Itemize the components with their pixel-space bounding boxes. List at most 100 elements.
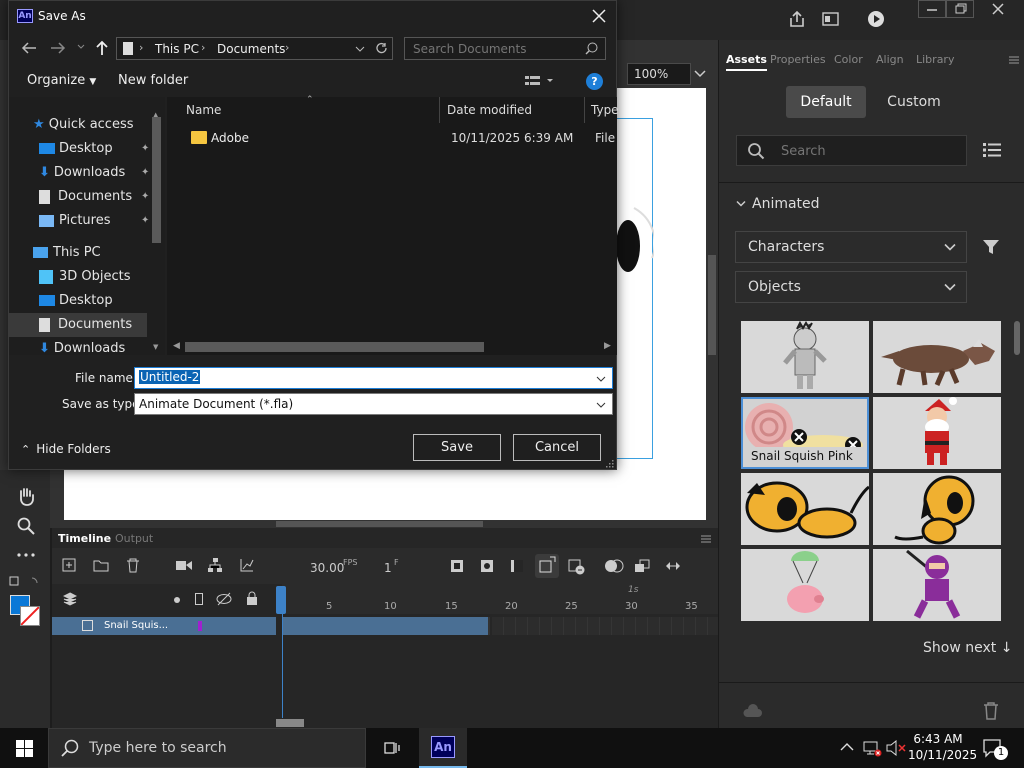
scroll-down-icon[interactable]: ▼ bbox=[153, 343, 158, 351]
scroll-right-icon[interactable]: ▶ bbox=[604, 341, 611, 351]
sidebar-item-quick-access[interactable]: ★ Quick access bbox=[33, 113, 134, 137]
characters-dropdown[interactable]: Characters bbox=[735, 231, 967, 263]
outline-icon[interactable] bbox=[195, 593, 203, 605]
frame-ruler[interactable]: 1s 5 10 15 20 25 30 35 bbox=[276, 584, 718, 614]
column-type[interactable]: Type bbox=[591, 103, 619, 117]
file-list-hscroll[interactable]: ◀ ▶ bbox=[167, 339, 617, 355]
fps-value[interactable]: 30.00 bbox=[310, 561, 344, 575]
organize-menu[interactable]: Organize ▼ bbox=[27, 73, 96, 88]
hide-folders-toggle[interactable]: ⌃ Hide Folders bbox=[21, 442, 111, 456]
fill-color-swatch[interactable] bbox=[20, 606, 40, 626]
asset-tile-mummy[interactable] bbox=[741, 321, 869, 393]
asset-tile-pig-parachute[interactable] bbox=[741, 549, 869, 621]
share-icon[interactable] bbox=[788, 10, 806, 28]
save-as-type-select[interactable]: Animate Document (*.fla) bbox=[134, 393, 613, 415]
resize-grip-icon[interactable] bbox=[606, 460, 614, 468]
frame-icon[interactable] bbox=[511, 560, 523, 572]
play-icon[interactable] bbox=[866, 9, 886, 29]
layer-row[interactable]: Snail Squis... bbox=[52, 617, 276, 635]
insert-frame-icon[interactable] bbox=[568, 559, 586, 575]
recent-dropdown-icon[interactable] bbox=[77, 44, 85, 50]
list-view-icon[interactable] bbox=[982, 141, 1002, 159]
loop-icon[interactable] bbox=[665, 560, 681, 572]
sidebar-item-3d-objects[interactable]: 3D Objects bbox=[39, 265, 131, 289]
new-layer-icon[interactable] bbox=[62, 558, 76, 572]
chevron-down-icon[interactable] bbox=[596, 376, 606, 382]
nav-scrollbar[interactable]: ▲ ▼ bbox=[150, 111, 163, 355]
column-date[interactable]: Date modified bbox=[447, 103, 532, 117]
sidebar-item-documents[interactable]: Documents ✦ bbox=[39, 185, 149, 209]
window-close-icon[interactable] bbox=[980, 0, 1016, 18]
asset-tile-wolf[interactable] bbox=[873, 321, 1001, 393]
hand-tool-icon[interactable] bbox=[16, 486, 36, 506]
delete-layer-icon[interactable] bbox=[126, 558, 140, 573]
address-bar[interactable]: › This PC › Documents › bbox=[116, 37, 393, 60]
frame-value[interactable]: 1 bbox=[384, 561, 392, 575]
breadcrumb-this-pc[interactable]: This PC bbox=[155, 42, 199, 56]
scroll-left-icon[interactable]: ◀ bbox=[173, 341, 180, 351]
minimize-icon[interactable] bbox=[918, 0, 946, 18]
new-folder-icon[interactable] bbox=[93, 559, 109, 572]
forward-arrow-icon[interactable] bbox=[50, 41, 66, 55]
dialog-search-box[interactable] bbox=[404, 37, 606, 60]
tab-output[interactable]: Output bbox=[115, 532, 153, 545]
asset-tile-santa[interactable] bbox=[873, 397, 1001, 469]
up-arrow-icon[interactable] bbox=[95, 40, 109, 56]
asset-tile-dog-lying[interactable] bbox=[741, 473, 869, 545]
task-view-icon[interactable] bbox=[383, 739, 401, 757]
network-icon[interactable] bbox=[862, 739, 882, 757]
layer-parenting-icon[interactable] bbox=[208, 558, 222, 572]
file-list-hscroll-thumb[interactable] bbox=[185, 342, 484, 352]
timeline-hscroll-thumb[interactable] bbox=[276, 719, 304, 727]
tab-timeline[interactable]: Timeline bbox=[58, 532, 111, 545]
screen-mode-icon[interactable] bbox=[822, 11, 840, 27]
pin-icon[interactable]: ✦ bbox=[141, 161, 149, 185]
refresh-icon[interactable] bbox=[375, 42, 388, 55]
cancel-button[interactable]: Cancel bbox=[513, 434, 601, 461]
taskbar-search-box[interactable]: Type here to search bbox=[48, 728, 366, 768]
new-folder-button[interactable]: New folder bbox=[118, 73, 188, 88]
blank-keyframe-icon[interactable] bbox=[481, 560, 493, 572]
pin-icon[interactable]: ✦ bbox=[141, 137, 149, 161]
help-icon[interactable]: ? bbox=[586, 73, 603, 90]
show-next-link[interactable]: Show next ↓ bbox=[923, 640, 1012, 656]
tab-assets[interactable]: Assets bbox=[726, 53, 767, 71]
zoom-dropdown-icon[interactable] bbox=[693, 68, 707, 80]
swap-colors-icon[interactable] bbox=[8, 574, 42, 588]
dialog-search-input[interactable] bbox=[413, 41, 573, 56]
taskbar-clock[interactable]: 6:43 AM 10/11/2025 bbox=[908, 731, 977, 763]
highlight-dot-icon[interactable] bbox=[174, 597, 180, 603]
sidebar-item-documents-2[interactable]: Documents bbox=[9, 313, 147, 337]
panel-menu-icon[interactable] bbox=[1008, 55, 1020, 65]
sidebar-item-downloads-2[interactable]: ⬇ Downloads bbox=[39, 337, 125, 355]
sidebar-item-this-pc[interactable]: This PC bbox=[33, 241, 101, 265]
camera-icon[interactable] bbox=[176, 560, 192, 571]
filter-icon[interactable] bbox=[983, 239, 999, 255]
windows-start-icon[interactable] bbox=[16, 740, 33, 757]
timeline-menu-icon[interactable] bbox=[700, 534, 712, 544]
address-dropdown-icon[interactable] bbox=[355, 46, 365, 52]
animate-taskbar-button[interactable]: An bbox=[419, 728, 467, 768]
file-name-field[interactable]: Untitled-2 bbox=[134, 367, 613, 389]
column-name[interactable]: Name bbox=[186, 103, 221, 117]
playhead[interactable] bbox=[276, 586, 286, 614]
tab-library[interactable]: Library bbox=[916, 53, 954, 66]
assets-search-box[interactable] bbox=[736, 135, 967, 166]
save-button[interactable]: Save bbox=[413, 434, 501, 461]
nav-scroll-thumb[interactable] bbox=[152, 117, 161, 243]
tab-color[interactable]: Color bbox=[834, 53, 863, 66]
auto-keyframe-icon[interactable] bbox=[535, 554, 559, 578]
tab-properties[interactable]: Properties bbox=[770, 53, 826, 66]
cloud-icon[interactable] bbox=[742, 703, 762, 719]
stage-hscroll-thumb[interactable] bbox=[276, 521, 483, 527]
tiles-scroll-thumb[interactable] bbox=[1014, 321, 1020, 355]
section-animated[interactable]: Animated bbox=[736, 196, 820, 214]
segment-custom[interactable]: Custom bbox=[874, 86, 954, 118]
sidebar-item-desktop[interactable]: Desktop ✦ bbox=[39, 137, 149, 161]
pin-icon[interactable]: ✦ bbox=[141, 209, 149, 233]
asset-tile-snail-squish-pink[interactable]: Snail Squish Pink bbox=[741, 397, 869, 469]
visibility-icon[interactable] bbox=[216, 592, 232, 606]
tab-align[interactable]: Align bbox=[876, 53, 904, 66]
sidebar-item-downloads[interactable]: ⬇ Downloads ✦ bbox=[39, 161, 149, 185]
sidebar-item-desktop-2[interactable]: Desktop bbox=[39, 289, 113, 313]
